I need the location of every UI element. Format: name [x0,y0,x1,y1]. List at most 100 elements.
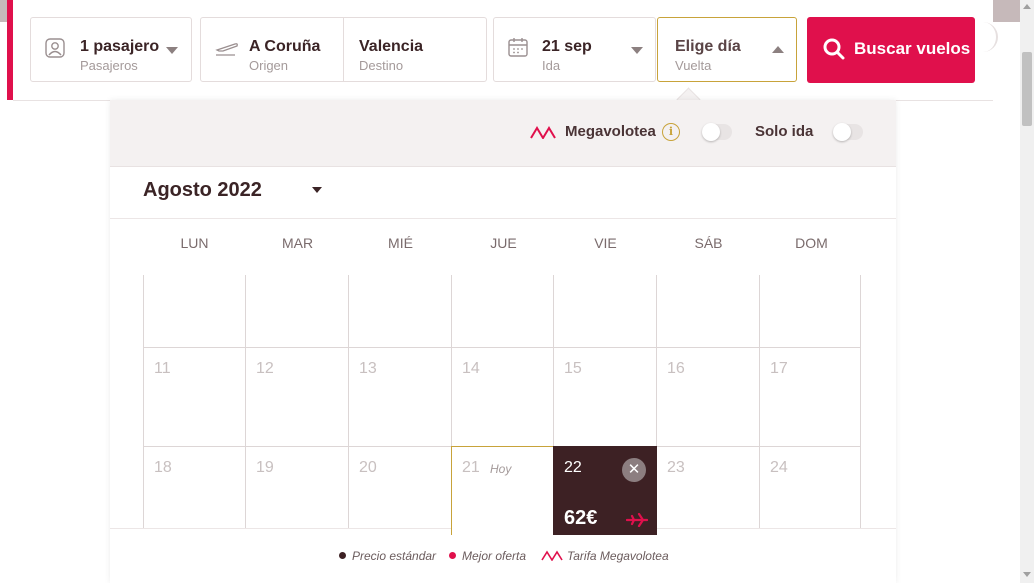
day-cell[interactable]: 05 [245,275,349,348]
destination-field[interactable]: Valencia Destino [344,18,486,81]
megavolotea-label: Megavolotea [565,123,656,140]
weekday-mon: LUN [180,235,209,251]
day-number: 22 [564,459,582,476]
day-cell[interactable]: 16 [656,347,760,447]
return-label: Vuelta [675,58,712,73]
day-cell[interactable]: 14 [451,347,554,447]
day-number: 04 [154,275,172,279]
search-icon [823,38,845,60]
origin-label: Origen [249,58,289,73]
destination-label: Destino [359,58,404,73]
day-number: 14 [462,360,480,377]
weekday-wed: MIÉ [388,235,413,251]
day-cell[interactable]: 23 [656,446,760,535]
calendar-grid: 04 05 06 07 08 09 10 11 12 13 14 15 16 1… [143,275,861,535]
legend-standard-label: Precio estándar [352,549,437,563]
today-label: Hoy [490,462,512,476]
day-cell[interactable]: 19 [245,446,349,535]
day-number: 12 [256,360,274,377]
day-number: 19 [256,459,274,476]
weekday-header: LUN MAR MIÉ JUE VIE SÁB DOM [143,235,863,255]
day-number: 15 [564,360,582,377]
day-cell[interactable]: 10 [759,275,861,348]
chevron-down-icon [312,187,322,193]
day-number: 08 [564,275,582,279]
legend-standard: Precio estándar [339,549,436,563]
day-number: 11 [154,360,171,377]
day-number: 10 [770,275,788,279]
info-icon[interactable]: i [662,123,680,141]
day-cell[interactable]: 09 [656,275,760,348]
close-icon[interactable]: ✕ [622,458,646,482]
day-cell[interactable]: 08 [553,275,657,348]
day-cell[interactable]: 06 [348,275,452,348]
day-cell[interactable]: 04 [143,275,246,348]
day-number: 05 [256,275,274,279]
day-number: 09 [667,275,685,279]
day-number: 23 [667,459,685,476]
user-icon [45,38,65,58]
plane-icon [626,513,648,527]
chevron-down-icon [631,47,643,54]
one-way-label: Solo ida [755,123,814,140]
day-cell[interactable]: 24 [759,446,861,535]
calendar-panel: Megavolotea i Solo ida Agosto 2022 LUN M… [110,100,896,583]
day-number: 06 [359,275,377,279]
day-number: 13 [359,360,377,377]
megavolotea-toggle[interactable] [702,123,732,141]
departure-label: Ida [542,58,561,73]
day-cell[interactable]: 12 [245,347,349,447]
day-cell[interactable]: 07 [451,275,554,348]
toggle-knob [702,123,720,141]
scroll-down-icon[interactable] [1023,572,1031,577]
scrollbar-thumb[interactable] [1022,52,1032,126]
day-number: 07 [462,275,480,279]
standard-dot-icon [339,552,346,559]
toggle-knob [833,123,851,141]
day-cell[interactable]: 17 [759,347,861,447]
search-button-label: Buscar vuelos [854,39,971,58]
origin-field[interactable]: A Coruña Origen [201,18,344,81]
day-number: 24 [770,459,788,476]
day-cell[interactable]: 11 [143,347,246,447]
day-number: 21 [462,459,480,476]
search-bar: 1 pasajero Pasajeros A Coruña Origen Val… [13,0,993,101]
origin-value: A Coruña [249,38,321,55]
day-number: 17 [770,360,788,377]
day-cell[interactable]: 18 [143,446,246,535]
legend-best: Mejor oferta [449,549,526,563]
chevron-up-icon [772,46,784,53]
day-cell-today[interactable]: 21 Hoy [451,446,554,535]
chevron-down-icon [166,47,178,54]
legend-mega: Tarifa Megavolotea [541,549,669,563]
day-number: 20 [359,459,377,476]
megavolotea-icon [530,126,556,139]
day-cell[interactable]: 15 [553,347,657,447]
legend-best-label: Mejor oferta [462,549,527,563]
megavolotea-icon [541,550,563,562]
passengers-label: Pasajeros [80,58,138,73]
best-dot-icon [449,552,456,559]
departure-value: 21 sep [542,38,592,55]
departure-date-field[interactable]: 21 sep Ida [493,17,656,82]
passengers-field[interactable]: 1 pasajero Pasajeros [30,17,192,82]
one-way-toggle[interactable] [833,123,863,141]
route-field: A Coruña Origen Valencia Destino [200,17,487,82]
legend-mega-label: Tarifa Megavolotea [567,549,669,563]
month-selector[interactable]: Agosto 2022 [110,167,896,219]
search-flights-button[interactable]: Buscar vuelos [807,17,975,83]
day-cell[interactable]: 13 [348,347,452,447]
day-price: 62€ [564,507,598,529]
weekday-thu: JUE [490,235,517,251]
day-cell-selected[interactable]: 22 ✕ 62€ [553,446,657,535]
calendar-icon [508,38,528,57]
day-cell[interactable]: 20 [348,446,452,535]
day-number: 18 [154,459,172,476]
scroll-up-icon[interactable] [1023,4,1031,9]
calendar-legend: Precio estándar Mejor oferta Tarifa Mega… [110,528,896,583]
weekday-sun: DOM [795,235,828,251]
weekday-fri: VIE [594,235,617,251]
weekday-tue: MAR [281,235,314,251]
return-date-field[interactable]: Elige día Vuelta [657,17,797,82]
return-value: Elige día [675,38,741,55]
